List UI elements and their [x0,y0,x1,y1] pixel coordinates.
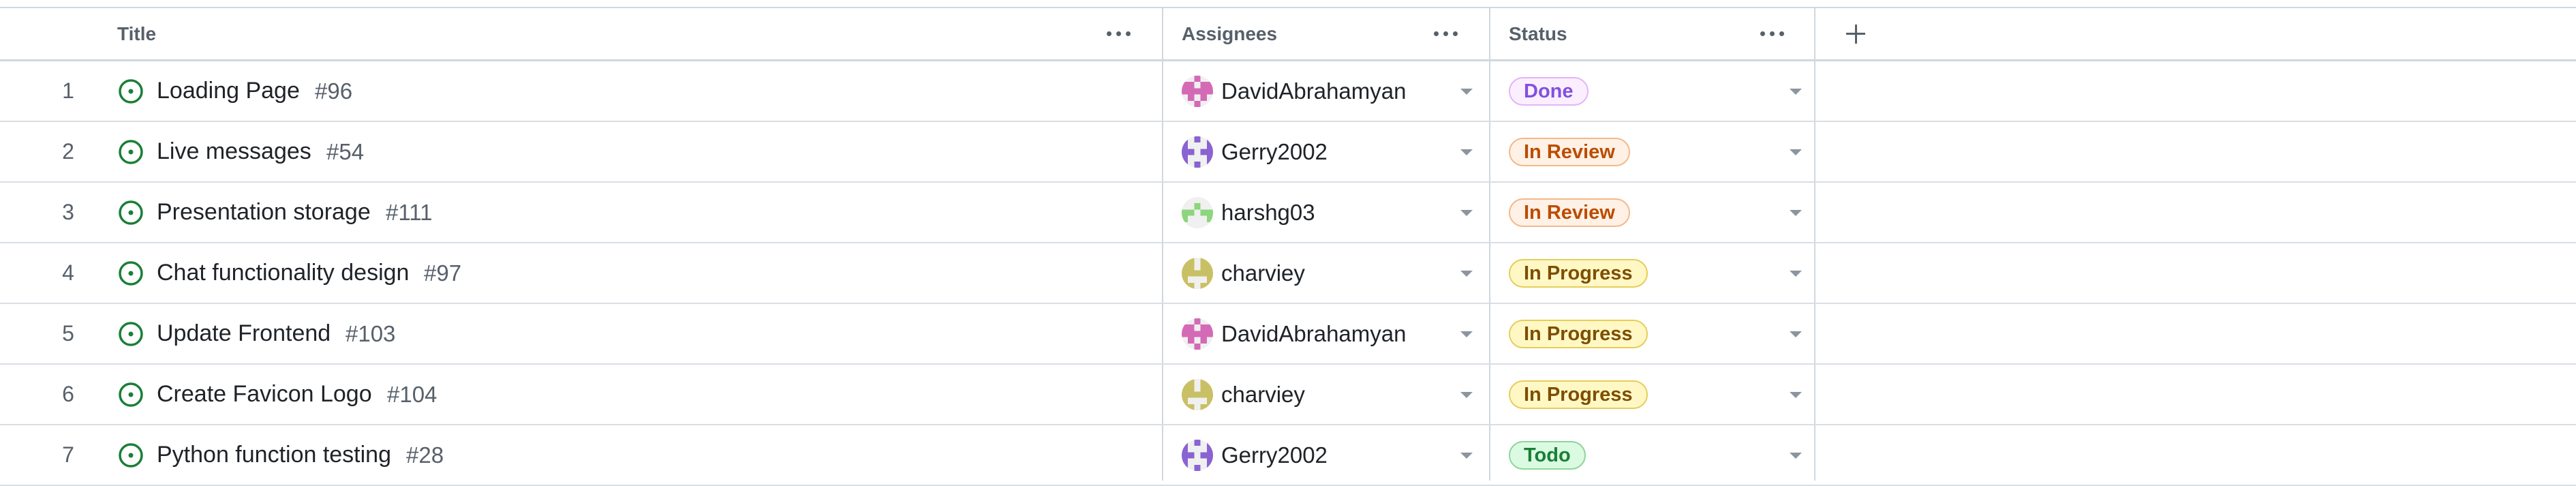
chevron-down-icon[interactable] [1788,205,1803,220]
assignee-cell[interactable]: Gerry2002 [1164,122,1491,181]
status-cell[interactable]: In Review [1491,183,1815,242]
chevron-down-icon[interactable] [1459,448,1474,463]
issue-title-link[interactable]: Create Favicon Logo [157,365,372,424]
chevron-down-icon[interactable] [1788,266,1803,281]
column-assignees-label: Assignees [1182,22,1278,44]
avatar [1182,258,1213,289]
chevron-down-icon[interactable] [1459,205,1474,220]
status-column-menu-button[interactable] [1754,16,1790,51]
avatar [1182,76,1213,107]
status-badge: Done [1509,77,1589,106]
chevron-down-icon[interactable] [1788,145,1803,160]
avatar [1182,136,1213,168]
assignee-name: Gerry2002 [1221,138,1328,164]
assignee-cell[interactable]: DavidAbrahamyan [1164,61,1491,121]
chevron-down-icon[interactable] [1459,84,1474,99]
row-number: 4 [62,260,74,285]
issue-open-icon [119,200,143,225]
column-status-label: Status [1509,22,1567,44]
status-badge: In Progress [1509,380,1648,409]
assignee-name: charviey [1221,381,1305,407]
column-header-status[interactable]: Status [1509,8,1567,59]
issue-number: #97 [424,260,462,286]
row-number: 1 [62,78,74,103]
avatar [1182,318,1213,350]
issue-title-link[interactable]: Update Frontend [157,304,331,363]
issue-title-link[interactable]: Loading Page [157,61,300,121]
chevron-down-icon[interactable] [1788,84,1803,99]
table-row[interactable]: 2 Live messages #54 Gerry2002 In Review [0,122,2576,183]
chevron-down-icon[interactable] [1788,448,1803,463]
table-header: Title Assignees Status [0,7,2576,61]
row-number: 6 [62,382,74,406]
column-title-label: Title [117,22,157,44]
assignee-cell[interactable]: harshg03 [1164,183,1491,242]
issue-number: #96 [315,78,353,104]
chevron-down-icon[interactable] [1459,326,1474,341]
issue-title-link[interactable]: Python function testing [157,425,391,485]
status-cell[interactable]: In Progress [1491,304,1815,363]
row-number: 3 [62,200,74,224]
status-badge: Todo [1509,441,1586,470]
avatar [1182,197,1213,228]
table-row[interactable]: 7 Python function testing #28 Gerry2002 Todo [0,425,2576,486]
avatar [1182,440,1213,471]
add-field-button[interactable] [1839,15,1873,52]
assignee-name: harshg03 [1221,199,1315,225]
chevron-down-icon[interactable] [1788,387,1803,402]
status-badge: In Review [1509,198,1630,227]
issue-open-icon [119,79,143,104]
row-number: 5 [62,321,74,346]
assignee-name: DavidAbrahamyan [1221,78,1407,104]
status-cell[interactable]: Todo [1491,425,1815,485]
issue-open-icon [119,261,143,286]
assignee-cell[interactable]: charviey [1164,365,1491,424]
assignee-name: Gerry2002 [1221,442,1328,468]
kebab-menu-icon [1433,31,1458,36]
issue-number: #111 [386,199,433,225]
title-column-menu-button[interactable] [1101,16,1136,51]
issue-title-link[interactable]: Live messages [157,122,311,181]
assignee-cell[interactable]: Gerry2002 [1164,425,1491,485]
table-row[interactable]: 4 Chat functionality design #97 charviey In … [0,243,2576,304]
column-header-title[interactable]: Title [117,8,156,59]
chevron-down-icon[interactable] [1788,326,1803,341]
column-header-assignees[interactable]: Assignees [1182,8,1277,59]
issue-number: #103 [346,320,396,346]
issue-title-link[interactable]: Chat functionality design [157,243,409,303]
issue-number: #54 [326,138,365,164]
assignees-column-menu-button[interactable] [1428,16,1463,51]
status-cell[interactable]: In Review [1491,122,1815,181]
issue-open-icon [119,443,143,468]
status-badge: In Review [1509,138,1630,166]
avatar [1182,379,1213,410]
table-row[interactable]: 5 Update Frontend #103 DavidAbrahamyan In Pr… [0,304,2576,365]
issue-number: #104 [387,381,438,407]
issue-open-icon [119,140,143,164]
assignee-name: charviey [1221,260,1305,286]
assignee-name: DavidAbrahamyan [1221,320,1407,346]
issue-title-link[interactable]: Presentation storage [157,183,371,242]
status-badge: In Progress [1509,259,1648,288]
table-row[interactable]: 6 Create Favicon Logo #104 charviey In Progr… [0,365,2576,425]
issue-open-icon [119,322,143,346]
chevron-down-icon[interactable] [1459,266,1474,281]
assignee-cell[interactable]: DavidAbrahamyan [1164,304,1491,363]
status-badge: In Progress [1509,320,1648,348]
table-row[interactable]: 3 Presentation storage #111 harshg03 In Revi… [0,183,2576,243]
row-number: 7 [62,442,74,467]
kebab-menu-icon [1106,31,1131,36]
table-row[interactable]: 1 Loading Page #96 DavidAbrahamyan Done [0,61,2576,122]
status-cell[interactable]: Done [1491,61,1815,121]
status-cell[interactable]: In Progress [1491,243,1815,303]
issue-number: #28 [406,442,444,468]
row-number: 2 [62,139,74,164]
chevron-down-icon[interactable] [1459,145,1474,160]
assignee-cell[interactable]: charviey [1164,243,1491,303]
project-table: Title Assignees Status 1 Loading Page #96 D… [0,0,2576,486]
chevron-down-icon[interactable] [1459,387,1474,402]
kebab-menu-icon [1760,31,1784,36]
issue-open-icon [119,382,143,407]
status-cell[interactable]: In Progress [1491,365,1815,424]
